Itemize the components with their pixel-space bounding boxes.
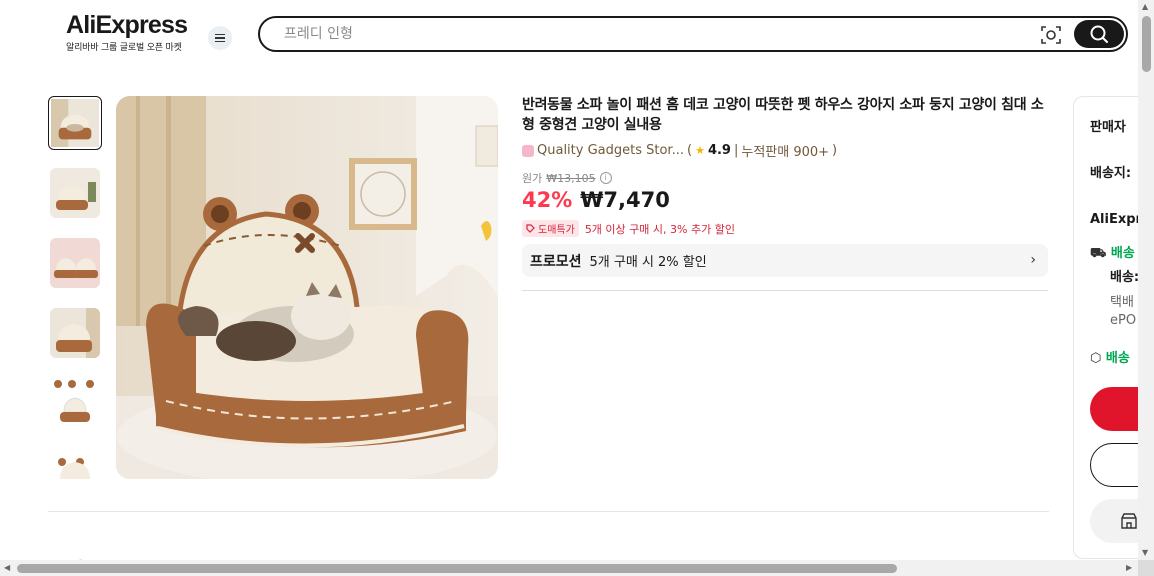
discount-percent: 42% xyxy=(522,188,573,212)
original-price: ₩13,105 xyxy=(546,171,596,185)
info-icon[interactable]: i xyxy=(599,172,612,184)
courier-label: 택배 xyxy=(1110,295,1134,310)
promotion-bar[interactable]: 프로모션 5개 구매 시 2% 할인 › xyxy=(522,244,1048,277)
scroll-up-icon[interactable]: ▲ xyxy=(1142,2,1148,11)
hamburger-icon[interactable] xyxy=(208,26,232,50)
horizontal-scroll-thumb[interactable] xyxy=(17,564,897,573)
seller-label: 판매자 xyxy=(1090,120,1126,135)
gallery-thumbnail[interactable] xyxy=(50,308,100,358)
delivery-row: ⛟ 배송 xyxy=(1090,242,1135,263)
store-name-link[interactable]: Quality Gadgets Stor... xyxy=(537,143,684,158)
product-title: 반려동물 소파 놀이 패션 홈 데코 고양이 따뜻한 펫 하우스 강아지 소파 … xyxy=(522,97,1044,133)
logo-text: AliExpress xyxy=(66,11,188,39)
box-icon: ⬡ xyxy=(1090,351,1102,366)
store-paren-open: ( xyxy=(686,143,693,158)
store-rating: 4.9 xyxy=(707,143,731,158)
truck-icon: ⛟ xyxy=(1090,246,1107,261)
ship-to-label[interactable]: 배송지: xyxy=(1090,162,1131,181)
search-input[interactable] xyxy=(284,24,984,44)
page: AliExpress 알리바바 그룹 글로벌 오픈 마켓 프레디 인형 반려동물… xyxy=(0,0,1154,576)
gallery-thumbnail[interactable] xyxy=(50,238,100,288)
scroll-right-icon[interactable]: ▶ xyxy=(1126,563,1132,572)
delivery-bold: 배송: xyxy=(1110,270,1140,285)
wholesale-badge: 도매특가 xyxy=(522,220,579,237)
gallery-thumbnail[interactable] xyxy=(50,376,100,426)
delivery-label: 배송 xyxy=(1110,246,1135,261)
wholesale-text: 5개 이상 구매 시, 3% 추가 할인 xyxy=(584,222,735,236)
original-price-row: 원가 ₩13,105 i xyxy=(522,170,612,186)
scroll-left-icon[interactable]: ◀ xyxy=(4,563,10,572)
gallery-thumbnail[interactable] xyxy=(50,168,100,218)
delivery-label-2: 배송 xyxy=(1105,351,1130,366)
price-row: 42% ₩7,470 xyxy=(522,188,670,212)
search-bar xyxy=(258,16,1128,52)
divider xyxy=(48,511,1049,512)
star-icon: ★ xyxy=(695,144,705,157)
chevron-right-icon: › xyxy=(1030,252,1036,268)
main-product-image[interactable] xyxy=(116,96,498,479)
original-label: 원가 xyxy=(522,172,543,185)
promotion-title: 프로모션 xyxy=(530,253,582,270)
sold-count: 누적판매 900+ xyxy=(741,145,830,160)
divider xyxy=(522,290,1048,291)
scrollbar-corner xyxy=(1138,560,1154,576)
store-icon xyxy=(522,144,534,157)
vertical-scrollbar[interactable] xyxy=(1138,0,1154,560)
wholesale-row: 도매특가 5개 이상 구매 시, 3% 추가 할인 xyxy=(522,220,735,237)
tag-icon xyxy=(526,224,535,233)
sale-price: ₩7,470 xyxy=(580,188,670,212)
search-icon xyxy=(1090,25,1108,43)
logo-subtitle: 알리바바 그룹 글로벌 오픈 마켓 xyxy=(66,43,182,53)
gallery-thumbnail[interactable] xyxy=(48,96,102,150)
separator: | xyxy=(733,143,739,158)
wholesale-badge-label: 도매특가 xyxy=(538,225,575,236)
search-button[interactable] xyxy=(1074,20,1124,48)
gallery-thumbnail[interactable] xyxy=(50,446,100,479)
vertical-scroll-thumb[interactable] xyxy=(1142,16,1151,72)
promotion-text: 5개 구매 시 2% 할인 xyxy=(589,255,707,270)
store-line: Quality Gadgets Stor... ( ★ 4.9 | 누적판매 9… xyxy=(522,141,837,160)
epo-label: ePO xyxy=(1110,313,1137,328)
aliexpress-logo[interactable]: AliExpress 알리바바 그룹 글로벌 오픈 마켓 xyxy=(66,11,188,54)
scroll-down-icon[interactable]: ▼ xyxy=(1142,548,1148,557)
store-paren-close: ) xyxy=(832,143,838,158)
store-icon xyxy=(1121,513,1137,529)
image-search-icon[interactable] xyxy=(1040,24,1062,46)
delivery-row-2: ⬡ 배송 xyxy=(1090,347,1130,366)
